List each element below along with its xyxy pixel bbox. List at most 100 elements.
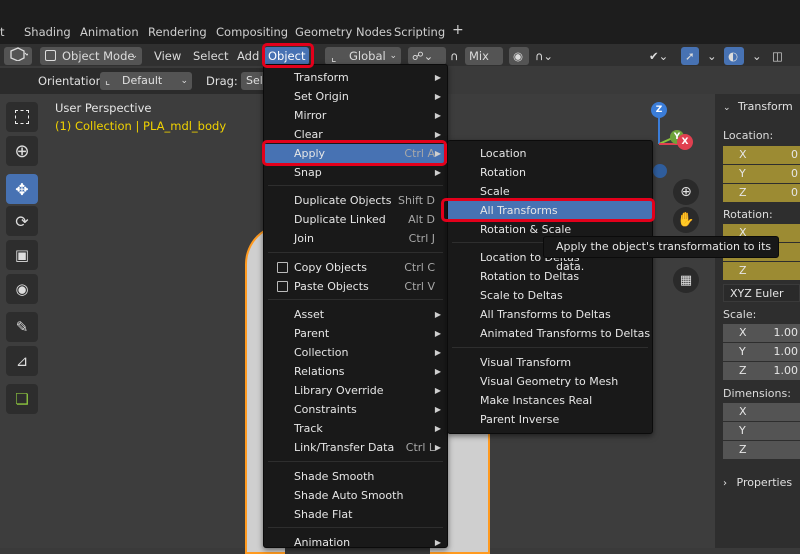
rotate-tool[interactable]: ⟳ <box>6 206 38 236</box>
object-menu-item-constraints[interactable]: Constraints ▶ <box>264 400 447 419</box>
menu-item-label: Mirror <box>294 109 327 122</box>
submenu-arrow-icon: ▶ <box>434 130 441 139</box>
menu-item-label: Location <box>480 147 527 160</box>
dimensions-y-field[interactable]: Y <box>723 422 800 440</box>
apply-item-parent-inverse[interactable]: Parent Inverse <box>448 410 652 429</box>
object-menu-item-animation[interactable]: Animation ▶ <box>264 533 447 552</box>
overlay-dropdown[interactable]: ⌄ <box>748 47 762 65</box>
object-menu-item-track[interactable]: Track ▶ <box>264 419 447 438</box>
apply-item-animated-transforms-to-deltas[interactable]: Animated Transforms to Deltas <box>448 324 652 343</box>
orientation-dropdown[interactable]: ⌞ Default ⌄ <box>100 72 192 90</box>
move-tool[interactable]: ✥ <box>6 174 38 204</box>
dimensions-z-field[interactable]: Z <box>723 441 800 459</box>
select-box-tool[interactable] <box>6 102 38 132</box>
object-menu-item-duplicate-objects[interactable]: Duplicate Objects Shift D <box>264 191 447 210</box>
mode-dropdown[interactable]: Object Mode ⌄ <box>40 47 142 65</box>
apply-item-all-transforms-to-deltas[interactable]: All Transforms to Deltas <box>448 305 652 324</box>
cursor-tool[interactable]: ⊕ <box>6 136 38 166</box>
apply-item-scale[interactable]: Scale <box>448 182 652 201</box>
object-menu-item-relations[interactable]: Relations ▶ <box>264 362 447 381</box>
menu-object[interactable]: Object <box>264 47 309 65</box>
snap-toggle[interactable]: ∩ <box>446 47 466 65</box>
object-menu-item-paste-objects[interactable]: Paste Objects Ctrl V <box>264 277 447 296</box>
workspace-tab-shading[interactable]: Shading <box>24 24 71 40</box>
object-menu-item-clear[interactable]: Clear ▶ <box>264 125 447 144</box>
transform-orientation-dropdown[interactable]: ⌞ Global ⌄ <box>325 47 401 65</box>
transform-tool[interactable]: ◉ <box>6 274 38 304</box>
workspace-tab-layout[interactable]: t <box>0 24 5 40</box>
object-menu-item-apply[interactable]: Apply Ctrl A ▶ <box>264 144 447 163</box>
object-menu-item-shade-smooth[interactable]: Shade Smooth <box>264 467 447 486</box>
dimensions-x-field[interactable]: X <box>723 403 800 421</box>
apply-item-make-instances-real[interactable]: Make Instances Real <box>448 391 652 410</box>
add-workspace-button[interactable]: + <box>452 22 464 38</box>
pan-button[interactable]: ✋ <box>673 207 699 233</box>
menu-select[interactable]: Select <box>189 47 232 65</box>
location-y-field[interactable]: Y0 <box>723 165 800 183</box>
object-menu-item-link-transfer-data[interactable]: Link/Transfer Data Ctrl L ▶ <box>264 438 447 457</box>
proportional-edit-toggle[interactable]: ◉ <box>509 47 529 65</box>
object-menu-item-collection[interactable]: Collection ▶ <box>264 343 447 362</box>
object-menu-item-parent[interactable]: Parent ▶ <box>264 324 447 343</box>
snap-dropdown[interactable]: Mix <box>465 47 503 65</box>
menu-add[interactable]: Add <box>233 47 263 65</box>
apply-item-rotation[interactable]: Rotation <box>448 163 652 182</box>
falloff-dropdown[interactable]: ∩⌄ <box>531 47 557 65</box>
object-menu-item-mirror[interactable]: Mirror ▶ <box>264 106 447 125</box>
menu-item-label: Scale to Deltas <box>480 289 563 302</box>
editor-type-button[interactable] <box>4 47 32 65</box>
object-menu-item-duplicate-linked[interactable]: Duplicate Linked Alt D <box>264 210 447 229</box>
object-menu-item-shade-flat[interactable]: Shade Flat <box>264 505 447 524</box>
workspace-tab-animation[interactable]: Animation <box>80 24 139 40</box>
scale-x-field[interactable]: X 1.00 <box>723 324 800 342</box>
tool-shelf: ⊕ ✥ ⟳ ▣ ◉ ✎ ⊿ ❏ <box>2 100 40 420</box>
overlay-icon: ◐ <box>728 49 739 63</box>
gizmo-icon: ➚ <box>685 49 695 63</box>
object-menu-item-join[interactable]: Join Ctrl J <box>264 229 447 248</box>
scale-y-field[interactable]: Y 1.00 <box>723 343 800 361</box>
xray-toggle[interactable]: ◫ <box>768 47 800 65</box>
measure-tool[interactable]: ⊿ <box>6 346 38 376</box>
scale-tool[interactable]: ▣ <box>6 240 38 270</box>
gizmo-toggle[interactable]: ➚ <box>681 47 699 65</box>
object-menu-item-transform[interactable]: Transform ▶ <box>264 68 447 87</box>
gizmo-z-axis[interactable]: Z <box>651 102 667 118</box>
rotation-z-field[interactable]: Z <box>723 262 800 280</box>
object-menu-item-snap[interactable]: Snap ▶ <box>264 163 447 182</box>
apply-item-location[interactable]: Location <box>448 144 652 163</box>
editor-type-icon <box>10 47 30 62</box>
workspace-tab-scripting[interactable]: Scripting <box>394 24 445 40</box>
apply-item-visual-geometry-to-mesh[interactable]: Visual Geometry to Mesh <box>448 372 652 391</box>
properties-panel-header[interactable]: › Properties <box>723 476 792 489</box>
object-menu-item-shade-auto-smooth[interactable]: Shade Auto Smooth <box>264 486 447 505</box>
sidebar-panel: ⌄ Transform Location: X0 Y0 Z0 Rotation:… <box>715 94 800 548</box>
object-menu-item-asset[interactable]: Asset ▶ <box>264 305 447 324</box>
grid-icon: ▦ <box>679 272 693 288</box>
gizmo-dropdown[interactable]: ⌄ <box>703 47 717 65</box>
ortho-toggle-button[interactable]: ▦ <box>673 267 699 293</box>
add-cube-tool[interactable]: ❏ <box>6 384 38 414</box>
pivot-point-dropdown[interactable]: ☍⌄ <box>408 47 446 65</box>
scale-z-field[interactable]: Z 1.00 <box>723 362 800 380</box>
overlay-toggle[interactable]: ◐ <box>724 47 744 65</box>
apply-item-rotation-to-deltas[interactable]: Rotation to Deltas <box>448 267 652 286</box>
transform-panel-header[interactable]: ⌄ Transform <box>723 100 793 113</box>
gizmo-x-axis[interactable]: X <box>677 134 693 150</box>
annotate-tool[interactable]: ✎ <box>6 312 38 342</box>
object-menu-item-library-override[interactable]: Library Override ▶ <box>264 381 447 400</box>
workspace-tab-rendering[interactable]: Rendering <box>148 24 207 40</box>
location-x-field[interactable]: X0 <box>723 146 800 164</box>
apply-item-all-transforms[interactable]: All Transforms <box>448 201 652 220</box>
apply-item-scale-to-deltas[interactable]: Scale to Deltas <box>448 286 652 305</box>
object-menu-item-copy-objects[interactable]: Copy Objects Ctrl C <box>264 258 447 277</box>
menu-view[interactable]: View <box>150 47 185 65</box>
visibility-dropdown[interactable]: ✔⌄ <box>645 47 675 65</box>
gizmo-neg-z-axis[interactable] <box>653 164 667 178</box>
rotation-mode-dropdown[interactable]: XYZ Euler <box>723 284 800 302</box>
zoom-button[interactable]: ⊕ <box>673 179 699 205</box>
apply-item-visual-transform[interactable]: Visual Transform <box>448 353 652 372</box>
location-z-field[interactable]: Z0 <box>723 184 800 202</box>
workspace-tab-compositing[interactable]: Compositing <box>216 24 288 40</box>
workspace-tab-geometry-nodes[interactable]: Geometry Nodes <box>295 24 392 40</box>
object-menu-item-set-origin[interactable]: Set Origin ▶ <box>264 87 447 106</box>
